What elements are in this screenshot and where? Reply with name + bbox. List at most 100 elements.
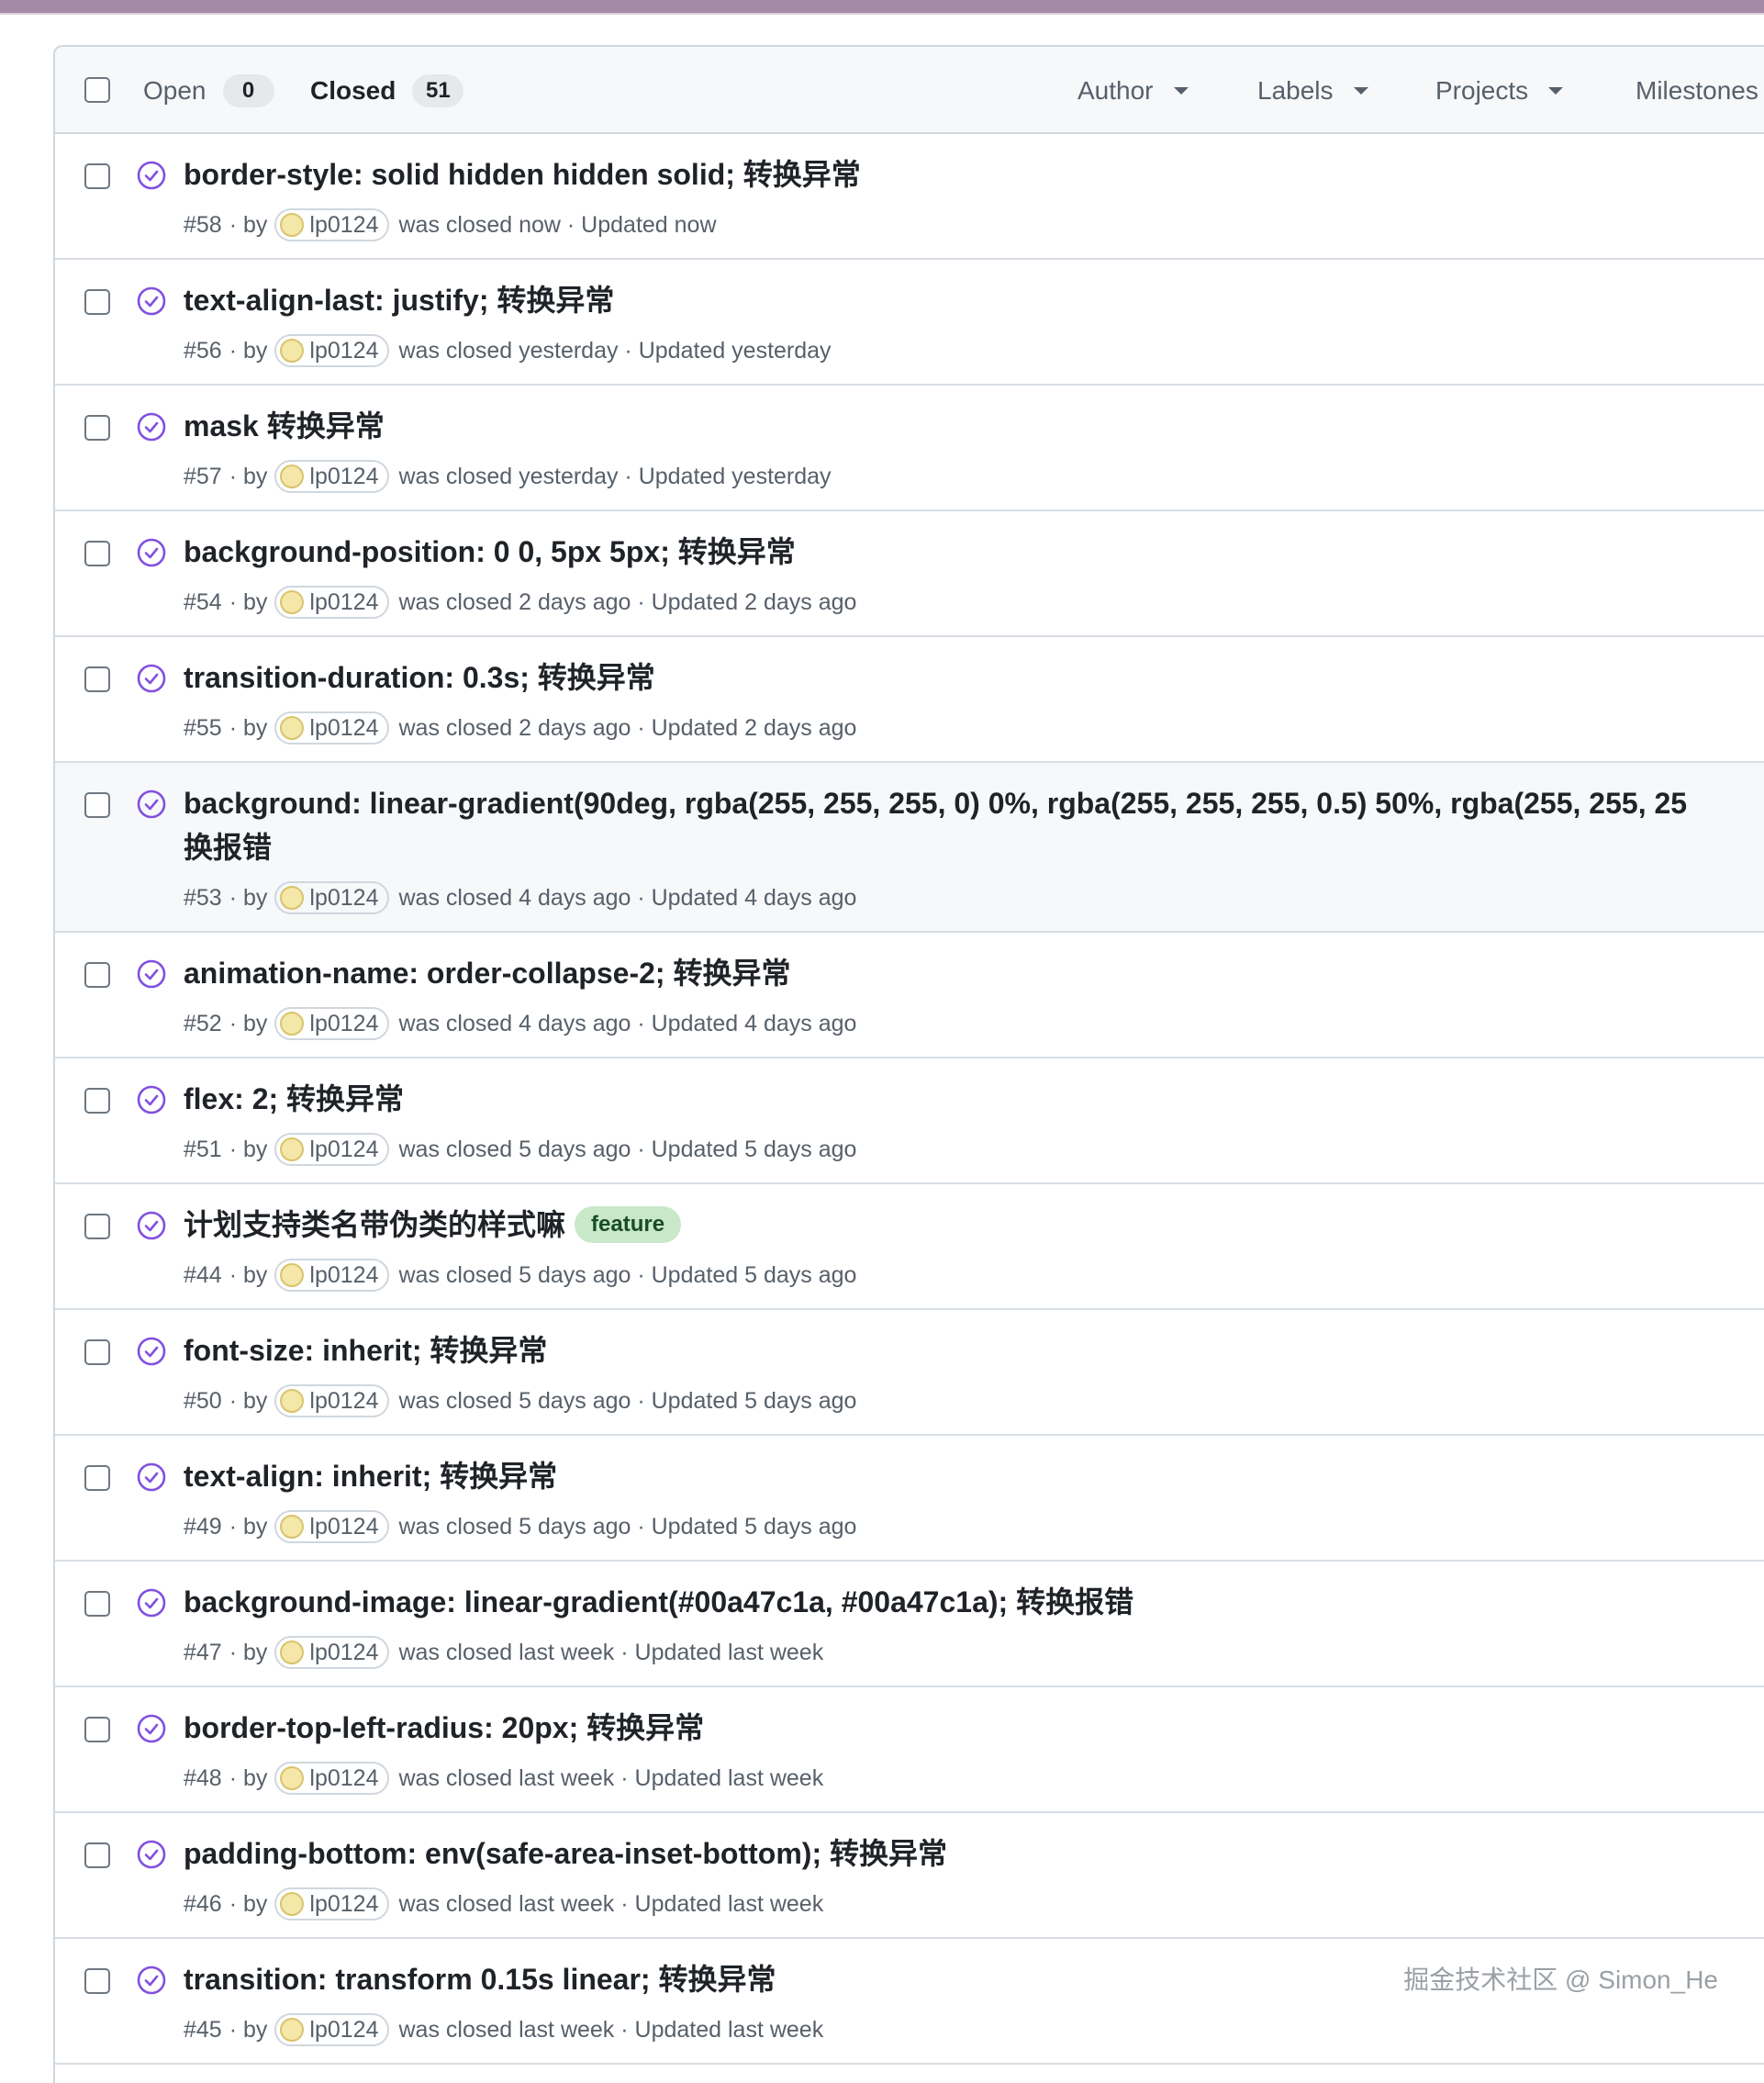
issue-title-link[interactable]: background: linear-gradient(90deg, rgba(… [184,781,1764,869]
issue-author-link[interactable]: lp0124 [274,1510,390,1543]
issue-closed-completed-icon [136,663,167,694]
issue-title-link[interactable]: flex: 2; 转换异常 [184,1077,1764,1121]
issue-checkbox[interactable] [84,792,110,818]
issue-row[interactable]: transition: transform 0.15s linear; 转换异常… [55,1939,1764,2065]
avatar [280,339,305,363]
issue-checkbox[interactable] [84,541,110,566]
labels-filter[interactable]: Labels [1257,71,1368,111]
issue-meta: #57 · by lp0124 was closed yesterday · Upda… [184,458,832,495]
issue-closed-completed-icon [136,1461,167,1493]
issue-row[interactable]: background-image: linear-gradient(#00a47… [55,1562,1764,1687]
issue-title-link[interactable]: text-align-last: justify; 转换异常 [184,278,1764,322]
issue-row[interactable]: padding-bottom: env(safe-area-inset-bott… [55,1813,1764,1939]
issue-checkbox[interactable] [84,1842,110,1868]
issue-row[interactable]: transition-duration: 0.3s; 转换异常 #55 · by lp… [55,637,1764,763]
issue-author-name: lp0124 [309,1388,379,1414]
issue-closed-completed-icon [136,1839,167,1870]
issue-title-link[interactable]: border-top-left-radius: 20px; 转换异常 [184,1706,1764,1750]
issue-title-link[interactable]: text-align: inherit; 转换异常 [184,1454,1764,1498]
issue-closed-completed-icon [136,789,167,820]
issue-row[interactable]: flex: 2; 转换异常 #51 · by lp0124 was closed 5 d… [55,1058,1764,1184]
issue-closed-status: was closed 4 days ago · Updated 4 days a… [398,1011,857,1036]
closed-issues-tab[interactable]: Closed 51 [310,71,464,111]
issue-author-link[interactable]: lp0124 [274,1636,390,1669]
issue-checkbox[interactable] [84,1214,110,1239]
issue-checkbox[interactable] [84,666,110,692]
issue-closed-status: was closed 5 days ago · Updated 5 days a… [398,1514,857,1540]
open-issues-tab[interactable]: Open 0 [143,71,274,111]
issue-title-link[interactable]: background-image: linear-gradient(#00a47… [184,1580,1764,1624]
issue-closed-status: was closed 5 days ago · Updated 5 days a… [398,1388,857,1414]
issue-author-link[interactable]: lp0124 [274,460,390,493]
author-filter[interactable]: Author [1077,71,1189,111]
issue-closed-status: was closed last week · Updated last week [398,1891,824,1917]
issue-author-link[interactable]: lp0124 [274,1259,390,1292]
issue-row[interactable]: font-size: inherit; 转换异常 #50 · by lp0124 was… [55,1310,1764,1436]
issue-author-link[interactable]: lp0124 [274,2013,390,2046]
closed-issues-count: 51 [412,74,464,107]
issue-closed-completed-icon [136,537,167,568]
issue-checkbox[interactable] [84,1717,110,1742]
issue-title-link[interactable]: transition-duration: 0.3s; 转换异常 [184,655,1764,700]
issue-row[interactable]: border-style: solid hidden hidden solid;… [55,134,1764,260]
issue-title-link[interactable]: font-size: inherit; 转换异常 [184,1328,1764,1372]
issue-title-link[interactable]: mask 转换异常 [184,404,1764,448]
issue-meta: #53 · by lp0124 was closed 4 days ago · Upd… [184,879,856,916]
issue-closed-completed-icon [136,160,167,191]
issue-author-link[interactable]: lp0124 [274,334,390,367]
issue-author-link[interactable]: lp0124 [274,1887,390,1921]
issue-checkbox[interactable] [84,962,110,988]
issue-row[interactable]: background-position: 0 0, 5px 5px; 转换异常 #… [55,511,1764,637]
issue-by-text: · by [229,464,268,489]
issue-author-link[interactable]: lp0124 [274,1762,390,1795]
avatar [280,1515,305,1539]
issue-author-link[interactable]: lp0124 [274,711,390,745]
triangle-down-icon [1173,87,1189,95]
issue-number: #47 [184,1640,222,1665]
issue-row[interactable]: text-align-last: justify; 转换异常 #56 · by lp0… [55,260,1764,386]
issue-title-link[interactable]: animation-name: order-collapse-2; 转换异常 [184,951,1764,995]
issue-checkbox[interactable] [84,1088,110,1114]
issue-author-link[interactable]: lp0124 [274,208,390,241]
issue-closed-completed-icon [136,286,167,317]
issue-label-feature[interactable]: feature [575,1206,682,1243]
issue-checkbox[interactable] [84,1465,110,1491]
issue-by-text: · by [229,1640,268,1665]
issue-author-link[interactable]: lp0124 [274,1133,390,1166]
issue-meta: #45 · by lp0124 was closed last week · Upda… [184,2011,823,2048]
issue-row[interactable]: text-align: inherit; 转换异常 #49 · by lp0124 wa… [55,1436,1764,1562]
issue-closed-completed-icon [136,958,167,990]
issue-author-link[interactable]: lp0124 [274,586,390,619]
issue-checkbox[interactable] [84,289,110,315]
issue-row[interactable]: 计划支持类名带伪类的样式嘛 feature #44 · by lp0124 was clo… [55,1184,1764,1310]
issue-title-link[interactable]: padding-bottom: env(safe-area-inset-bott… [184,1831,1764,1876]
issue-closed-status: was closed yesterday · Updated yesterday [398,464,832,489]
issue-row[interactable]: mask 转换异常 #57 · by lp0124 was closed yesterd… [55,386,1764,511]
issue-author-name: lp0124 [309,1137,379,1162]
issue-by-text: · by [229,1514,268,1540]
open-issues-count: 0 [222,74,274,107]
issue-by-text: · by [229,1011,268,1036]
issue-row[interactable]: background: linear-gradient(90deg, rgba(… [55,763,1764,933]
issue-checkbox[interactable] [84,1591,110,1617]
issue-checkbox[interactable] [84,1968,110,1994]
issue-meta: #54 · by lp0124 was closed 2 days ago · Upd… [184,584,856,621]
projects-filter[interactable]: Projects [1435,71,1564,111]
select-all-checkbox[interactable] [84,77,110,103]
issue-closed-status: was closed last week · Updated last week [398,1640,824,1665]
issue-author-link[interactable]: lp0124 [274,1384,390,1417]
issue-row[interactable]: animation-name: order-collapse-2; 转换异常 #5… [55,933,1764,1058]
issue-author-link[interactable]: lp0124 [274,881,390,914]
issue-checkbox[interactable] [84,163,110,189]
issue-author-link[interactable]: lp0124 [274,1007,390,1040]
issue-checkbox[interactable] [84,415,110,441]
issues-list-header: Open 0 Closed 51 Author Labels Projects … [55,47,1764,134]
issue-number: #52 [184,1011,222,1036]
issue-row[interactable]: border-top-left-radius: 20px; 转换异常 #48 · b… [55,1687,1764,1813]
issue-checkbox[interactable] [84,1339,110,1365]
issue-by-text: · by [229,1891,268,1917]
milestones-filter[interactable]: Milestones [1636,71,1758,111]
issue-title-link[interactable]: 计划支持类名带伪类的样式嘛 feature [184,1203,1764,1247]
issue-title-link[interactable]: border-style: solid hidden hidden solid;… [184,152,1764,196]
issue-title-link[interactable]: background-position: 0 0, 5px 5px; 转换异常 [184,530,1764,574]
